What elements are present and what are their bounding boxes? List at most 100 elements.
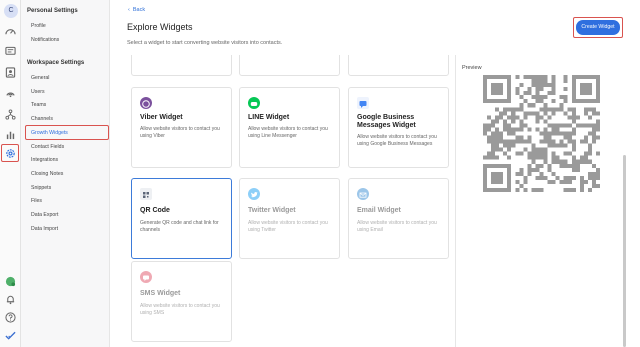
qr-module	[487, 139, 492, 144]
qr-module	[535, 115, 540, 120]
widget-card-google-business-messages[interactable]: Google Business Messages Widget Allow we…	[348, 87, 449, 168]
checkmark-icon[interactable]	[5, 330, 16, 341]
qr-module	[591, 127, 596, 132]
qr-module	[591, 111, 596, 116]
qr-module	[527, 167, 532, 172]
qr-module	[483, 87, 488, 92]
widget-card-viber[interactable]: Viber Widget Allow website visitors to c…	[131, 87, 232, 168]
qr-module	[487, 155, 492, 160]
dashboard-icon[interactable]	[5, 26, 16, 37]
sidebar-item-closing-notes[interactable]: Closing Notes	[31, 171, 63, 177]
sidebar-item-contact-fields[interactable]: Contact Fields	[31, 144, 64, 150]
widget-card-email[interactable]: Email Widget Allow website visitors to c…	[348, 178, 449, 259]
scrollbar[interactable]	[623, 155, 626, 347]
create-widget-button[interactable]: Create Widget	[576, 20, 620, 35]
qr-module	[539, 95, 544, 100]
qr-module	[595, 167, 600, 172]
sidebar-item-files[interactable]: Files	[31, 198, 42, 204]
qr-module	[583, 91, 588, 96]
status-icon[interactable]	[5, 276, 16, 287]
qr-module	[591, 163, 596, 168]
widget-card-sms[interactable]: SMS Widget Allow website visitors to con…	[131, 261, 232, 342]
qr-module	[491, 163, 496, 168]
qr-module	[551, 131, 556, 136]
qr-module	[491, 187, 496, 192]
sidebar-item-data-export[interactable]: Data Export	[31, 212, 58, 218]
broadcast-icon[interactable]	[5, 88, 16, 99]
qr-module	[559, 179, 564, 184]
qr-module	[595, 119, 600, 124]
qr-module	[507, 123, 512, 128]
sidebar-item-growth-widgets[interactable]: Growth Widgets	[31, 130, 68, 136]
qr-module	[527, 91, 532, 96]
qr-module	[563, 175, 568, 180]
help-icon[interactable]	[5, 312, 16, 323]
qr-module	[487, 187, 492, 192]
qr-module	[515, 139, 520, 144]
qr-module	[499, 187, 504, 192]
qr-module	[583, 151, 588, 156]
sidebar-item-teams[interactable]: Teams	[31, 102, 46, 108]
qr-module	[543, 103, 548, 108]
widget-card-qr-code[interactable]: QR Code Generate QR code and chat link f…	[131, 178, 232, 259]
qr-module	[591, 99, 596, 104]
sidebar-item-data-import[interactable]: Data Import	[31, 226, 58, 232]
qr-module	[503, 151, 508, 156]
sidebar-item-notifications[interactable]: Notifications	[31, 37, 59, 43]
sidebar-item-general[interactable]: General	[31, 75, 49, 81]
qr-module	[591, 175, 596, 180]
preview-label: Preview	[462, 65, 482, 71]
qr-module	[491, 75, 496, 80]
widget-card-partial-2[interactable]	[239, 55, 340, 76]
widget-name: Google Business Messages Widget	[357, 114, 416, 129]
qr-module	[531, 155, 536, 160]
qr-module	[499, 179, 504, 184]
qr-module	[579, 187, 584, 192]
widget-name: Email Widget	[357, 207, 401, 214]
chat-icon[interactable]	[5, 46, 16, 57]
reports-icon[interactable]	[5, 129, 16, 140]
qr-module	[579, 75, 584, 80]
widget-card-twitter[interactable]: Twitter Widget Allow website visitors to…	[239, 178, 340, 259]
workflow-icon[interactable]	[5, 109, 16, 120]
sidebar-item-profile[interactable]: Profile	[31, 23, 46, 29]
avatar[interactable]: C	[4, 4, 18, 18]
qr-module	[575, 123, 580, 128]
sidebar-item-channels[interactable]: Channels	[31, 116, 53, 122]
qr-module	[515, 179, 520, 184]
qr-module	[507, 167, 512, 172]
qr-module	[495, 87, 500, 92]
qr-module	[551, 179, 556, 184]
widget-card-line[interactable]: LINE Widget Allow website visitors to co…	[239, 87, 340, 168]
qr-module	[483, 123, 488, 128]
widget-card-partial-1[interactable]	[131, 55, 232, 76]
qr-module	[579, 99, 584, 104]
widget-description: Allow website visitors to contact you us…	[357, 220, 437, 233]
qr-module	[487, 123, 492, 128]
sidebar-item-snippets[interactable]: Snippets	[31, 185, 51, 191]
qr-module	[591, 135, 596, 140]
twitter-icon	[248, 188, 260, 200]
qr-module	[483, 131, 488, 136]
qr-module	[543, 127, 548, 132]
qr-module	[535, 111, 540, 116]
widget-card-partial-3[interactable]	[348, 55, 449, 76]
notifications-icon[interactable]	[5, 294, 16, 305]
back-link[interactable]: ‹ Back	[128, 7, 145, 13]
qr-module	[567, 163, 572, 168]
qr-module	[507, 79, 512, 84]
personal-settings-heading: Personal Settings	[27, 8, 78, 14]
page-title: Explore Widgets	[127, 22, 193, 32]
qr-module	[595, 79, 600, 84]
qr-module	[575, 99, 580, 104]
sidebar-item-integrations[interactable]: Integrations	[31, 157, 58, 163]
qr-module	[535, 147, 540, 152]
qr-module	[567, 135, 572, 140]
qr-module	[595, 95, 600, 100]
settings-icon[interactable]	[5, 148, 16, 159]
contacts-icon[interactable]	[5, 67, 16, 78]
qr-module	[571, 163, 576, 168]
qr-module	[579, 83, 584, 88]
sidebar-item-users[interactable]: Users	[31, 89, 45, 95]
qr-module	[507, 91, 512, 96]
